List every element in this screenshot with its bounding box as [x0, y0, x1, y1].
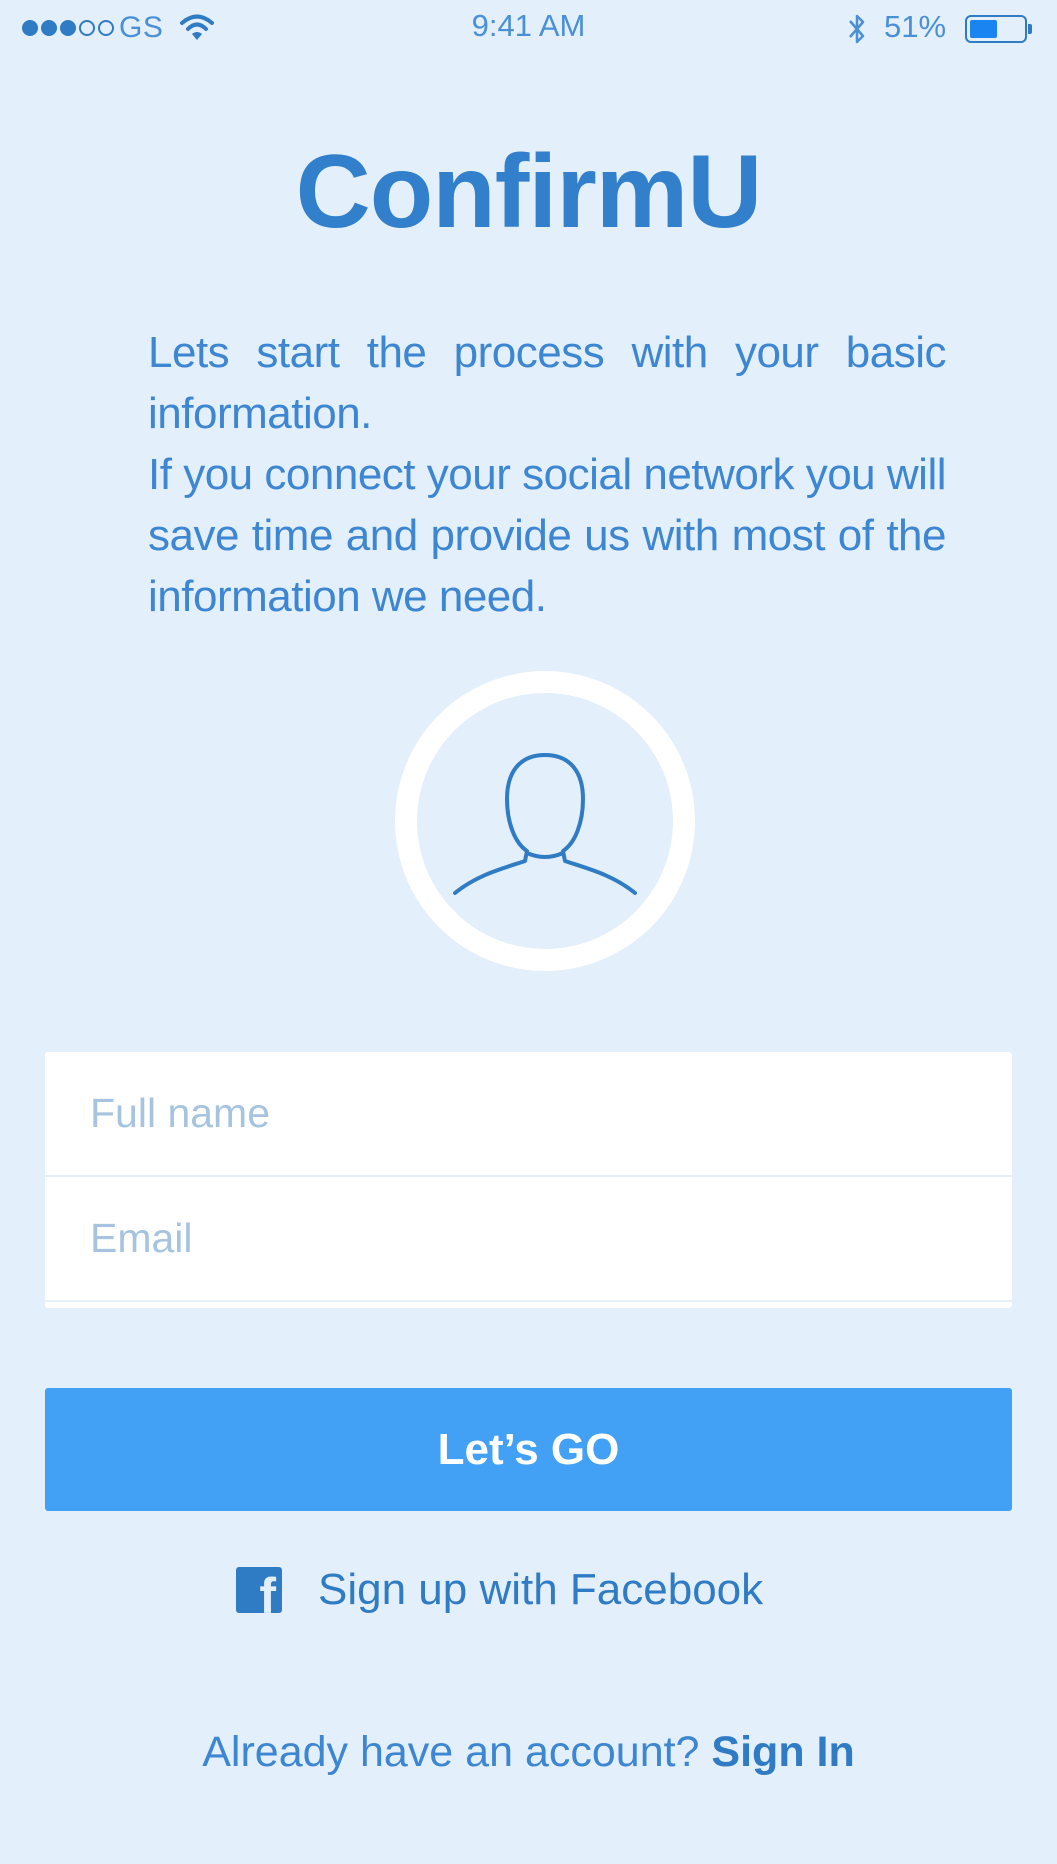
sign-in-link[interactable]: Sign In: [711, 1728, 854, 1776]
lets-go-button[interactable]: Let’s GO: [45, 1388, 1012, 1511]
signin-prompt: Already have an account?: [202, 1728, 700, 1776]
signup-form: [45, 1052, 1012, 1308]
intro-line-basic-info: Lets start the process with your basic i…: [148, 328, 947, 438]
app-title: ConfirmU: [295, 134, 763, 250]
facebook-signup-label: Sign up with Facebook: [318, 1565, 764, 1614]
email-row: [45, 1177, 1012, 1302]
facebook-icon: f: [236, 1567, 282, 1613]
status-bar: GS 9:41 AM 51%: [0, 0, 1057, 56]
full-name-row: [45, 1052, 1012, 1177]
avatar-upload[interactable]: [395, 671, 695, 971]
full-name-input[interactable]: [88, 1089, 972, 1138]
intro-text: Lets start the process with your basic i…: [148, 322, 947, 627]
user-silhouette-icon: [453, 753, 637, 895]
battery-nub: [1028, 24, 1032, 34]
email-input[interactable]: [88, 1214, 972, 1263]
battery-level: [970, 20, 997, 38]
battery-percentage: 51%: [884, 9, 947, 44]
signin-row: Already have an account? Sign In: [0, 1728, 1057, 1777]
battery-icon: [965, 15, 1032, 43]
intro-line-social: If you connect your social network you w…: [148, 450, 947, 621]
facebook-signup-button[interactable]: f Sign up with Facebook: [236, 1560, 763, 1620]
bluetooth-icon: [849, 14, 865, 44]
